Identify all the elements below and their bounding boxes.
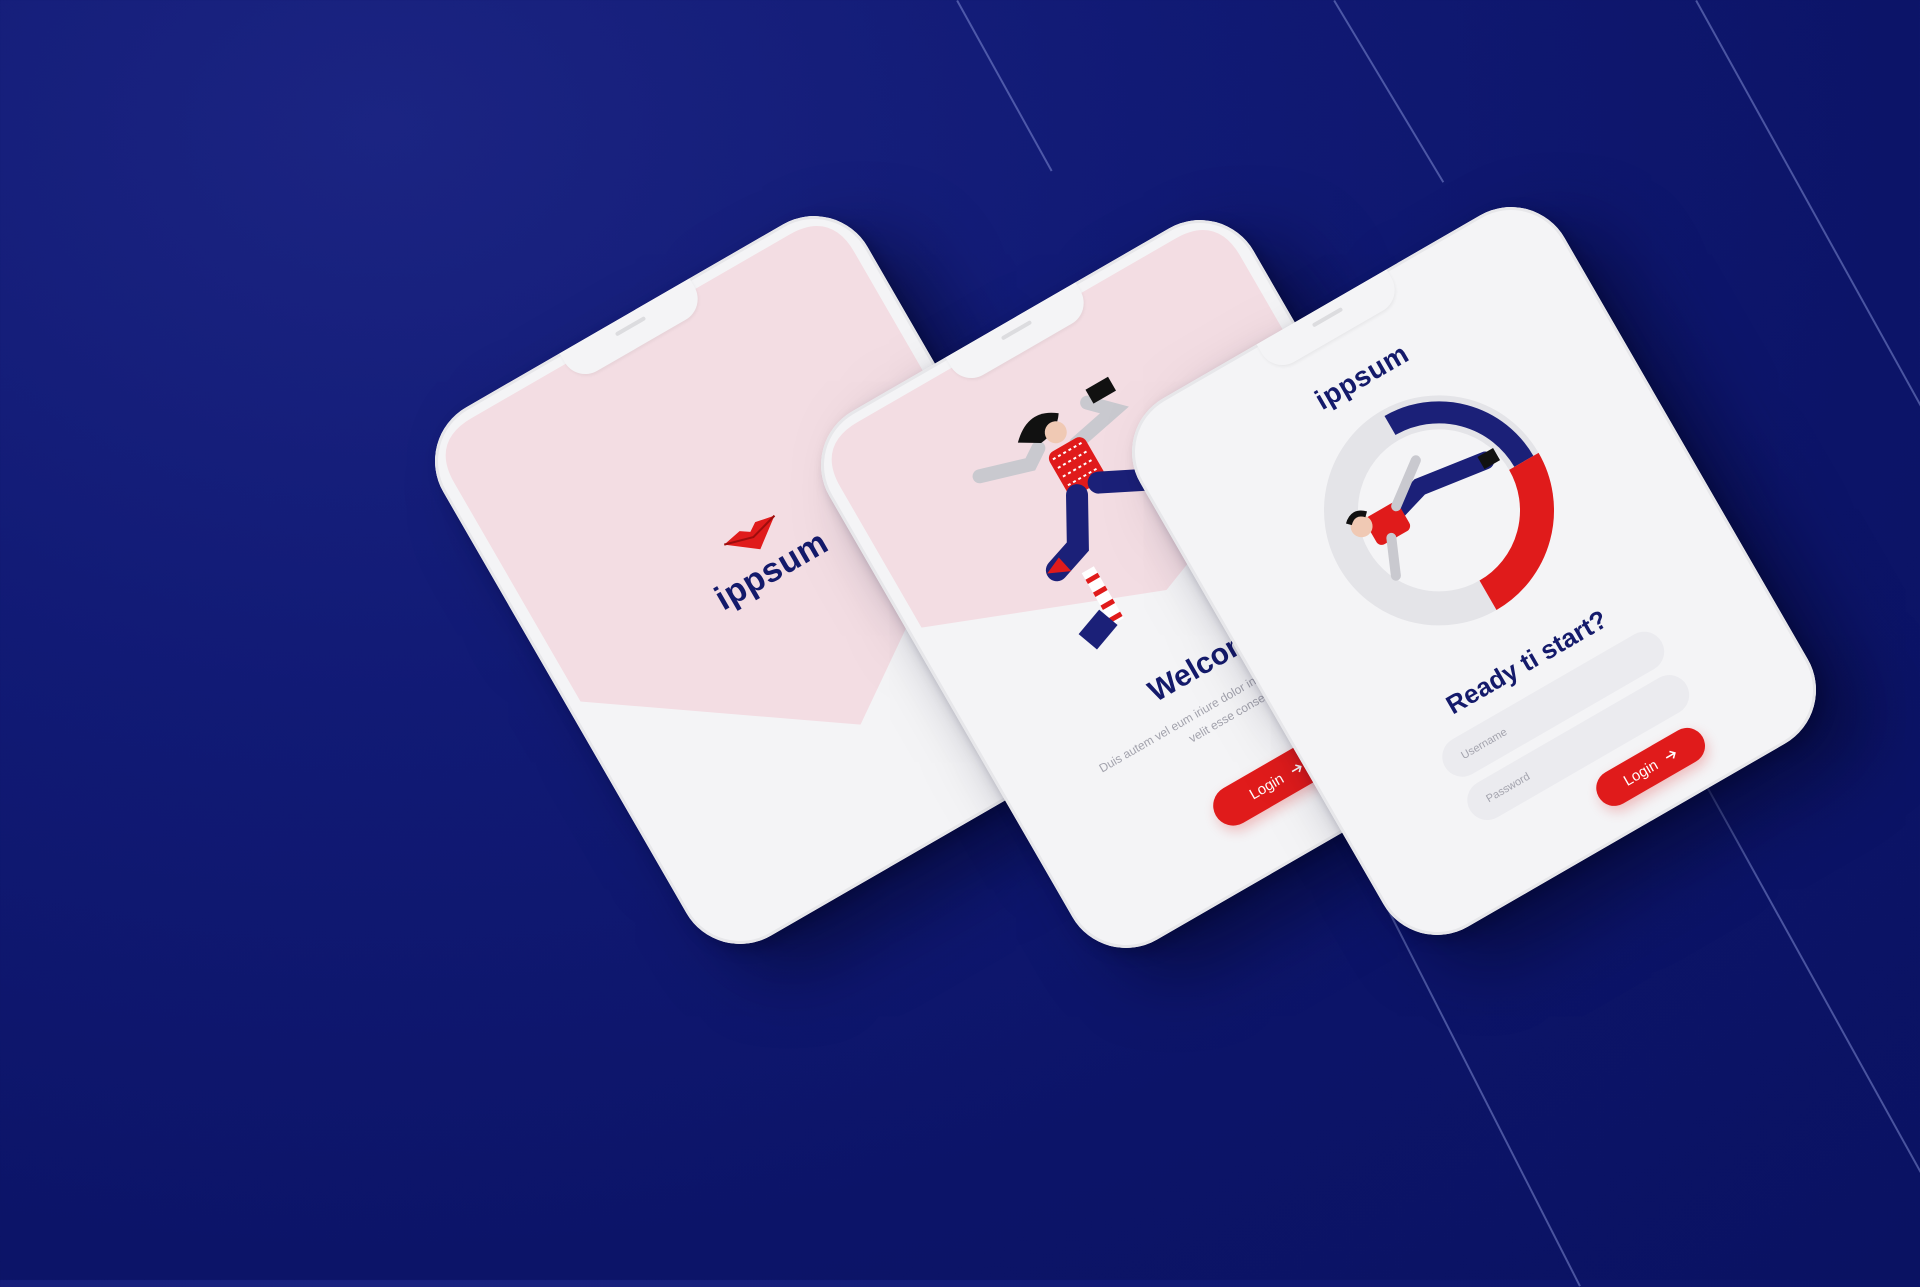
background-line <box>1683 745 1920 1271</box>
phone-speaker <box>614 316 647 337</box>
password-placeholder: Password <box>1484 770 1533 806</box>
login-button-label: Login <box>1246 769 1287 803</box>
arrow-right-icon <box>1665 750 1676 759</box>
background-line <box>1333 0 1445 183</box>
username-placeholder: Username <box>1459 726 1510 762</box>
background-line <box>956 0 1053 172</box>
background-line <box>1695 0 1920 487</box>
phone-speaker <box>1000 320 1033 341</box>
login-button-label: Login <box>1620 756 1661 790</box>
phone-speaker <box>1311 307 1344 328</box>
